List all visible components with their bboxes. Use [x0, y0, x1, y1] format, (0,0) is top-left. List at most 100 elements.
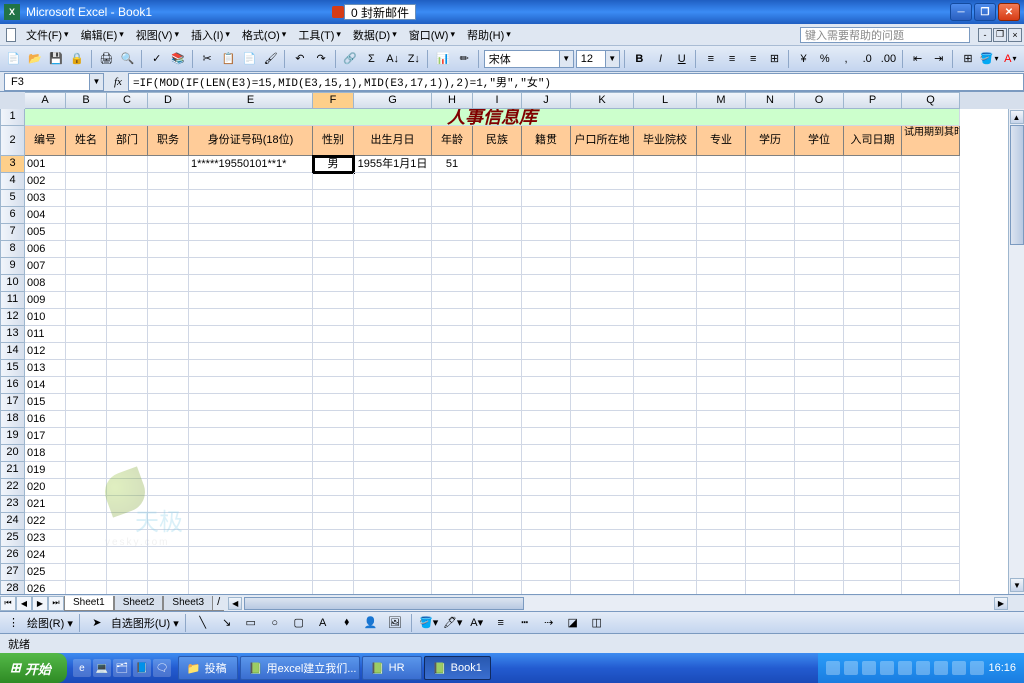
cell[interactable] — [746, 513, 795, 530]
cell[interactable] — [746, 207, 795, 224]
ql-ie-icon[interactable]: e — [73, 659, 91, 677]
cell[interactable] — [902, 173, 960, 190]
cell[interactable] — [313, 394, 354, 411]
cell[interactable] — [107, 360, 148, 377]
cell[interactable] — [844, 343, 902, 360]
line-button[interactable]: ╲ — [193, 613, 213, 633]
font-name-select[interactable]: 宋体▼ — [484, 50, 574, 68]
cell[interactable] — [473, 479, 522, 496]
redo-button[interactable]: ↷ — [311, 49, 330, 69]
row-header[interactable]: 23 — [0, 496, 25, 513]
cell[interactable] — [473, 275, 522, 292]
cell[interactable] — [571, 445, 634, 462]
cell[interactable] — [189, 258, 313, 275]
cell[interactable] — [313, 428, 354, 445]
maximize-button[interactable]: ❐ — [974, 3, 996, 21]
cell[interactable] — [746, 309, 795, 326]
cell[interactable] — [66, 479, 107, 496]
taskbar-folder[interactable]: 📁 投稿 — [178, 656, 238, 680]
cell[interactable] — [634, 581, 697, 594]
cell[interactable] — [902, 343, 960, 360]
cell[interactable] — [571, 224, 634, 241]
cell[interactable] — [148, 513, 189, 530]
font-color-draw-button[interactable]: A▾ — [467, 613, 487, 633]
header-cell[interactable]: 职务 — [148, 126, 189, 156]
cell[interactable] — [634, 207, 697, 224]
col-header-Q[interactable]: Q — [902, 92, 960, 109]
merge-center-button[interactable]: ⊞ — [765, 49, 784, 69]
increase-decimal-button[interactable]: .0 — [858, 49, 877, 69]
cell[interactable] — [746, 394, 795, 411]
cell[interactable] — [746, 156, 795, 173]
cell[interactable] — [473, 156, 522, 173]
cell[interactable] — [746, 445, 795, 462]
cell[interactable] — [432, 445, 473, 462]
cell[interactable] — [313, 445, 354, 462]
row-header[interactable]: 21 — [0, 462, 25, 479]
header-cell[interactable]: 学位 — [795, 126, 844, 156]
cell[interactable]: 002 — [25, 173, 66, 190]
cell[interactable] — [697, 496, 746, 513]
cell[interactable] — [107, 343, 148, 360]
cell[interactable] — [746, 292, 795, 309]
cell[interactable] — [354, 360, 432, 377]
cell[interactable] — [473, 513, 522, 530]
cell[interactable] — [522, 496, 571, 513]
cell[interactable] — [107, 411, 148, 428]
cell[interactable]: 1955年1月1日 — [354, 156, 432, 173]
cell[interactable]: 006 — [25, 241, 66, 258]
col-header-C[interactable]: C — [107, 92, 148, 109]
col-header-H[interactable]: H — [432, 92, 473, 109]
cell[interactable] — [148, 275, 189, 292]
cell[interactable] — [313, 377, 354, 394]
cell[interactable] — [795, 445, 844, 462]
cell[interactable] — [902, 564, 960, 581]
cell[interactable]: 022 — [25, 513, 66, 530]
cell[interactable] — [107, 309, 148, 326]
cell[interactable]: 025 — [25, 564, 66, 581]
scroll-right-button[interactable]: ▶ — [994, 597, 1008, 610]
row-header[interactable]: 1 — [0, 109, 25, 126]
cell[interactable] — [746, 258, 795, 275]
cell[interactable] — [313, 479, 354, 496]
cell[interactable]: 023 — [25, 530, 66, 547]
row-header[interactable]: 27 — [0, 564, 25, 581]
cell[interactable] — [634, 445, 697, 462]
cell[interactable] — [746, 530, 795, 547]
cell[interactable] — [571, 513, 634, 530]
row-header[interactable]: 19 — [0, 428, 25, 445]
cell[interactable] — [189, 513, 313, 530]
shadow-button[interactable]: ◪ — [563, 613, 583, 633]
cell[interactable] — [697, 343, 746, 360]
tab-nav-first[interactable]: ⏮ — [0, 596, 16, 611]
cell[interactable] — [634, 309, 697, 326]
cell[interactable] — [313, 326, 354, 343]
cell[interactable] — [844, 479, 902, 496]
cell[interactable] — [473, 309, 522, 326]
scroll-up-button[interactable]: ▲ — [1010, 110, 1024, 124]
cell[interactable] — [66, 513, 107, 530]
hyperlink-button[interactable]: 🔗 — [341, 49, 360, 69]
format-painter-button[interactable]: 🖌 — [261, 49, 280, 69]
cell[interactable] — [571, 275, 634, 292]
cell[interactable] — [66, 190, 107, 207]
cell[interactable] — [473, 547, 522, 564]
row-header[interactable]: 6 — [0, 207, 25, 224]
cell[interactable] — [107, 190, 148, 207]
cell[interactable] — [902, 547, 960, 564]
row-header[interactable]: 25 — [0, 530, 25, 547]
cell[interactable] — [571, 190, 634, 207]
tab-nav-prev[interactable]: ◀ — [16, 596, 32, 611]
cell[interactable] — [522, 564, 571, 581]
cell[interactable] — [746, 411, 795, 428]
cell[interactable] — [522, 394, 571, 411]
sort-asc-button[interactable]: A↓ — [383, 49, 402, 69]
cell[interactable] — [844, 156, 902, 173]
cell[interactable] — [432, 530, 473, 547]
cell[interactable] — [795, 394, 844, 411]
formula-input[interactable]: =IF(MOD(IF(LEN(E3)=15,MID(E3,15,1),MID(E… — [128, 73, 1024, 91]
cell[interactable] — [107, 530, 148, 547]
cell[interactable] — [571, 564, 634, 581]
cell[interactable] — [107, 547, 148, 564]
cell[interactable] — [634, 564, 697, 581]
